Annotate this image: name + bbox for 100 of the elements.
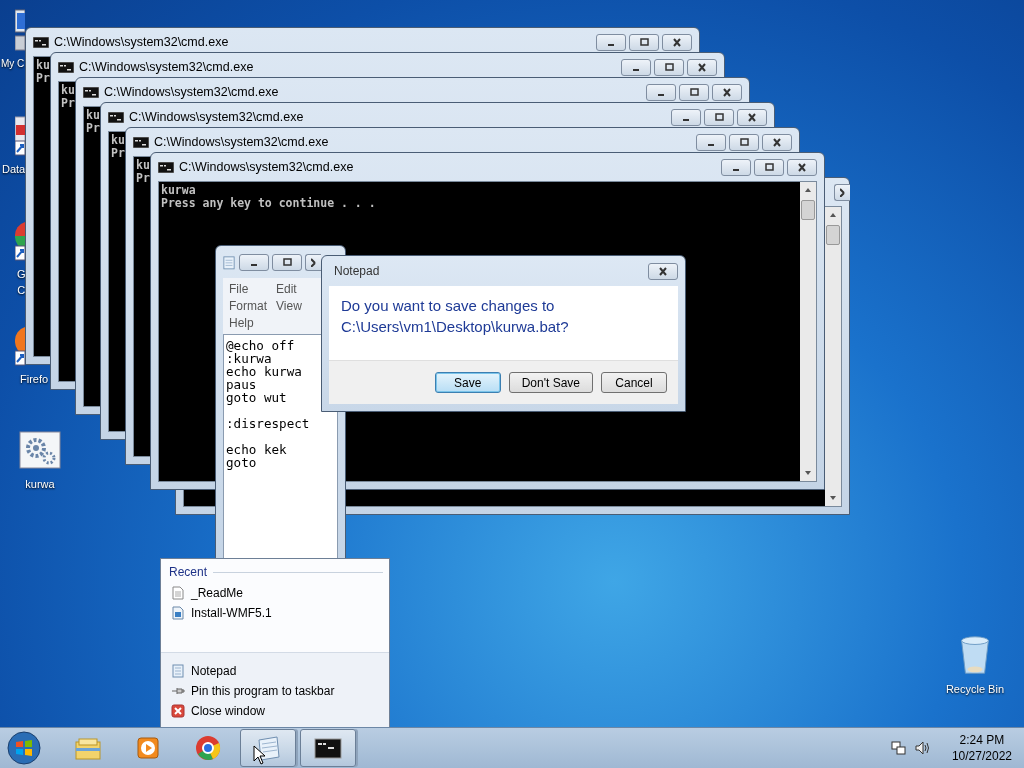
- console-icon: [83, 86, 99, 98]
- menu-item[interactable]: Edit: [276, 282, 297, 296]
- minimize-button[interactable]: [239, 253, 269, 271]
- maximize-icon: [714, 113, 724, 121]
- minimize-icon: [683, 118, 689, 121]
- console-icon: [58, 61, 74, 73]
- notepad-icon: [171, 664, 185, 678]
- console-icon: [108, 111, 124, 123]
- computer-icon[interactable]: [15, 8, 25, 52]
- console-icon: [158, 161, 174, 173]
- section-header: Recent: [169, 565, 208, 579]
- maximize-icon: [639, 38, 649, 46]
- menu-item[interactable]: View: [276, 299, 302, 313]
- mouse-pointer-icon: [253, 745, 267, 766]
- minimize-button[interactable]: [596, 33, 626, 51]
- minimize-icon: [608, 43, 614, 46]
- minimize-button[interactable]: [721, 158, 751, 176]
- clock-date[interactable]: 10/27/2022: [951, 748, 1012, 764]
- menu-item[interactable]: Format: [229, 299, 267, 313]
- menu-item[interactable]: Help: [229, 316, 254, 330]
- minimize-icon: [658, 93, 664, 96]
- window-title: C:\Windows\system32\cmd.exe: [54, 35, 229, 49]
- menu-item[interactable]: Notepad: [161, 661, 389, 681]
- minimize-icon: [633, 68, 639, 71]
- console-text: Pr: [61, 97, 75, 110]
- minimize-icon: [708, 143, 714, 146]
- window-title: C:\Windows\system32\cmd.exe: [104, 85, 279, 99]
- close-button[interactable]: [648, 262, 678, 280]
- console-text: Pr: [86, 122, 100, 135]
- minimize-button[interactable]: [696, 133, 726, 151]
- console-text: Pr: [36, 72, 50, 85]
- maximize-button[interactable]: [629, 33, 659, 51]
- maximize-icon: [739, 138, 749, 146]
- minimize-icon: [251, 263, 257, 266]
- console-text: Press any key to continue . . .: [161, 197, 376, 210]
- close-button[interactable]: [687, 58, 717, 76]
- console-text: Pr: [136, 172, 150, 185]
- icon-label: Data: [2, 162, 26, 177]
- start-button[interactable]: [4, 729, 44, 767]
- dialog-button[interactable]: Save: [434, 372, 501, 393]
- menu-item[interactable]: Pin this program to taskbar: [161, 681, 389, 701]
- menu-item[interactable]: _ReadMe: [161, 583, 389, 603]
- shortcut-icon[interactable]: [15, 113, 25, 157]
- window-title: C:\Windows\system32\cmd.exe: [154, 135, 329, 149]
- volume-icon[interactable]: [913, 740, 930, 756]
- clock-time[interactable]: 2:24 PM: [959, 732, 1005, 748]
- maximize-button[interactable]: [272, 253, 302, 271]
- maximize-icon: [764, 163, 774, 171]
- minimize-button[interactable]: [671, 108, 701, 126]
- scroll-thumb[interactable]: [826, 225, 840, 245]
- notepad-icon: [223, 254, 235, 270]
- maximize-icon: [664, 63, 674, 71]
- maximize-button[interactable]: [654, 58, 684, 76]
- minimize-icon: [733, 168, 739, 171]
- window-title: C:\Windows\system32\cmd.exe: [129, 110, 304, 124]
- close-button[interactable]: [737, 108, 767, 126]
- script-file-icon: [171, 606, 185, 620]
- browser-icon: [193, 734, 223, 762]
- close-button[interactable]: [834, 183, 850, 201]
- scroll-thumb[interactable]: [801, 200, 815, 220]
- scrollbar[interactable]: [825, 207, 841, 506]
- dialog-button[interactable]: Cancel: [601, 372, 667, 393]
- console-text: ku: [61, 84, 75, 97]
- console-text: ku: [136, 159, 150, 172]
- network-icon[interactable]: [889, 740, 906, 756]
- maximize-icon: [282, 258, 292, 266]
- close-button[interactable]: [662, 33, 692, 51]
- minimize-button[interactable]: [621, 58, 651, 76]
- icon-label: Recycle Bin: [945, 682, 1004, 697]
- document-icon: [171, 586, 185, 600]
- menu-item[interactable]: File: [229, 282, 249, 296]
- icon-label: My C: [1, 57, 25, 71]
- console-text: ku: [36, 59, 50, 72]
- maximize-button[interactable]: [729, 133, 759, 151]
- scrollbar[interactable]: [800, 182, 816, 481]
- maximize-button[interactable]: [679, 83, 709, 101]
- icon-label: G C: [17, 267, 26, 298]
- console-text: Pr: [111, 147, 125, 160]
- console-icon: [33, 36, 49, 48]
- close-button[interactable]: [787, 158, 817, 176]
- window-title: C:\Windows\system32\cmd.exe: [179, 160, 354, 174]
- menu-item[interactable]: Close window: [161, 701, 389, 721]
- gears-file-icon[interactable]: [18, 428, 62, 472]
- icon-label: kurwa: [25, 477, 55, 492]
- taskbar-button[interactable]: [300, 729, 356, 767]
- dialog-button[interactable]: Don't Save: [508, 372, 593, 393]
- maximize-button[interactable]: [754, 158, 784, 176]
- close-button[interactable]: [762, 133, 792, 151]
- console-text: ku: [86, 109, 100, 122]
- console-text: ku: [111, 134, 125, 147]
- console-text: kurwa: [161, 184, 196, 197]
- window-title: C:\Windows\system32\cmd.exe: [79, 60, 254, 74]
- minimize-button[interactable]: [646, 83, 676, 101]
- close-button[interactable]: [712, 83, 742, 101]
- icon-label: Firefo: [20, 372, 49, 387]
- console-icon: [133, 136, 149, 148]
- menu-item[interactable]: Install-WMF5.1: [161, 603, 389, 623]
- close-button[interactable]: [305, 253, 321, 271]
- maximize-button[interactable]: [704, 108, 734, 126]
- maximize-icon: [689, 88, 699, 96]
